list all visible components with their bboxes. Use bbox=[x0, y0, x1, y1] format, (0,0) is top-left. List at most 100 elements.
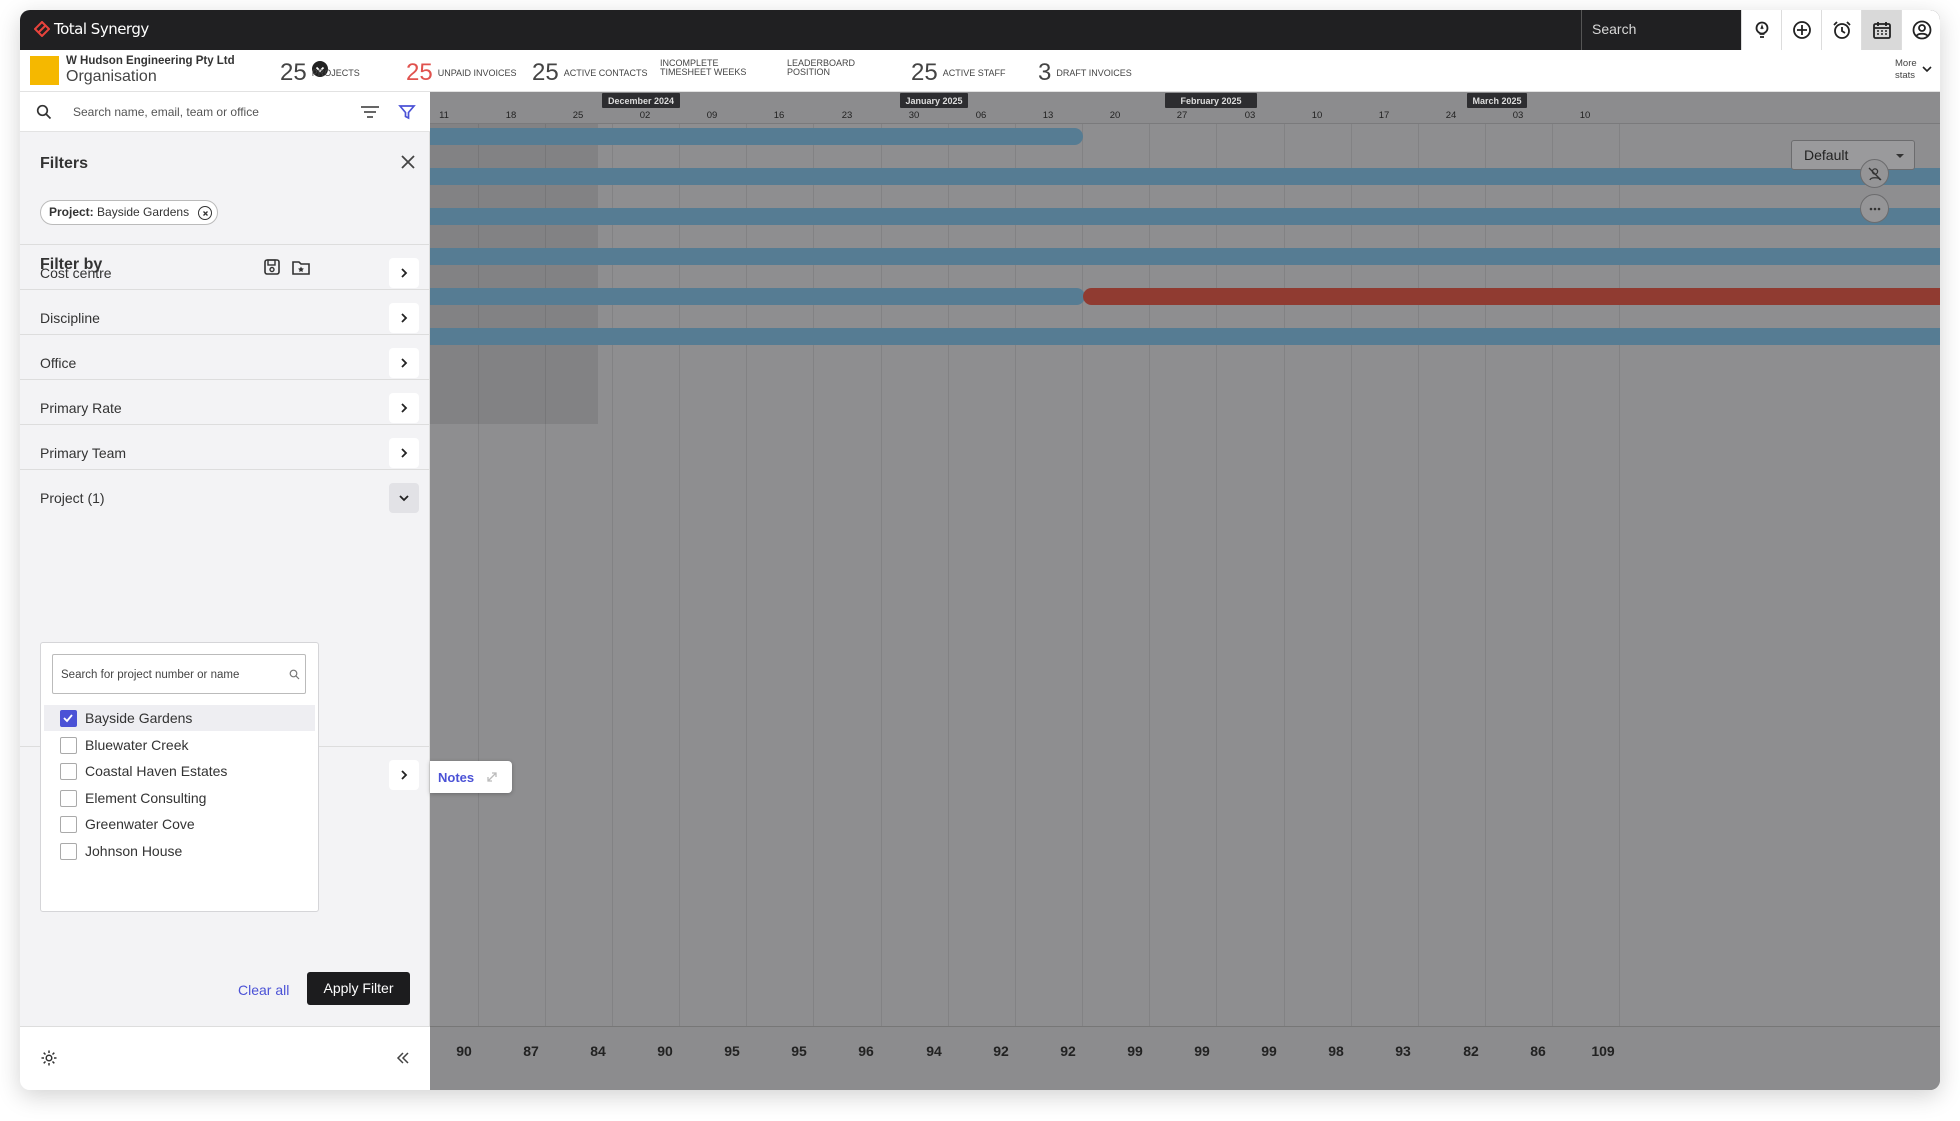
project-option[interactable]: Johnson House bbox=[44, 838, 315, 864]
filter-row-label: Primary Team bbox=[40, 445, 127, 461]
project-option-label: Bayside Gardens bbox=[85, 710, 193, 726]
week-day-label: 11 bbox=[439, 110, 449, 121]
sort-icon[interactable] bbox=[360, 104, 380, 120]
weekly-total: 82 bbox=[1463, 1043, 1479, 1059]
filter-row-label: Project (1) bbox=[40, 490, 105, 506]
chip-key: Project: bbox=[49, 205, 94, 219]
weekly-total: 99 bbox=[1127, 1043, 1143, 1059]
stat-draft-invoices[interactable]: 3 DRAFT INVOICES bbox=[1038, 59, 1146, 87]
month-label: February 2025 bbox=[1165, 93, 1257, 108]
calendar-icon[interactable] bbox=[1861, 10, 1901, 50]
week-day-label: 16 bbox=[773, 110, 785, 121]
collapse-sidebar-icon[interactable] bbox=[395, 1050, 411, 1066]
project-option-label: Johnson House bbox=[85, 842, 183, 859]
more-stats-button[interactable]: More stats bbox=[1895, 58, 1932, 82]
clear-all-link[interactable]: Clear all bbox=[238, 982, 289, 998]
project-option[interactable]: Greenwater Cove bbox=[44, 811, 315, 837]
notes-label: Notes bbox=[438, 770, 475, 785]
project-option-label: Element Consulting bbox=[85, 789, 207, 806]
project-option[interactable]: Coastal Haven Estates bbox=[44, 758, 315, 784]
chevron-right-icon[interactable] bbox=[389, 438, 419, 468]
stat-projects[interactable]: 25 PROJECTS bbox=[280, 59, 402, 87]
stat-label: DRAFT INVOICES bbox=[1056, 67, 1132, 78]
notes-tab[interactable]: Notes bbox=[430, 761, 512, 793]
active-filter-chip: Project: Bayside Gardens bbox=[40, 200, 219, 225]
allocation-bar[interactable] bbox=[430, 208, 1940, 225]
view-select[interactable]: Default bbox=[1791, 140, 1915, 170]
checkbox[interactable] bbox=[60, 736, 77, 754]
filter-row-project-1[interactable]: Project (1) bbox=[20, 469, 430, 525]
stat-active-contacts[interactable]: 25 ACTIVE CONTACTS bbox=[532, 59, 654, 87]
user-account-icon[interactable] bbox=[1901, 10, 1940, 50]
resource-gantt: December 2024 January 2025 February 2025 Ma… bbox=[430, 92, 1940, 1090]
overallocated-bar[interactable] bbox=[1083, 288, 1940, 305]
chevron-down-icon[interactable] bbox=[389, 483, 419, 513]
add-icon[interactable] bbox=[1781, 10, 1821, 50]
more-options-button[interactable] bbox=[1860, 194, 1889, 223]
global-search-input[interactable]: Search bbox=[1581, 10, 1741, 50]
week-day-label: 17 bbox=[1378, 110, 1390, 121]
checkbox[interactable] bbox=[60, 842, 77, 860]
project-option[interactable]: Bluewater Creek bbox=[44, 732, 315, 758]
chevron-right-icon[interactable] bbox=[389, 303, 419, 333]
more-stats-line1: More bbox=[1895, 58, 1917, 69]
stat-label: PROJECTS bbox=[311, 67, 360, 78]
stat-leaderboard-position[interactable]: LEADERBOARD POSITION bbox=[787, 59, 877, 77]
weekly-total: 87 bbox=[523, 1043, 539, 1059]
weekly-totals-row: 90 87 84 90 95 95 96 94 92 92 99 99 99 98 93 82 86 109 bbox=[430, 1026, 1940, 1090]
project-option[interactable]: Bayside Gardens bbox=[44, 705, 315, 731]
project-option[interactable]: Element Consulting bbox=[44, 785, 315, 811]
weekly-total: 95 bbox=[724, 1043, 740, 1059]
allocation-bar[interactable] bbox=[430, 128, 1083, 145]
week-day-label: 06 bbox=[975, 110, 987, 121]
stat-unpaid-invoices[interactable]: 25 UNPAID INVOICES bbox=[406, 59, 528, 87]
stat-active-staff[interactable]: 25 ACTIVE STAFF bbox=[911, 59, 1033, 87]
search-icon bbox=[289, 669, 300, 680]
chevron-right-icon[interactable] bbox=[389, 760, 419, 790]
alarm-clock-icon[interactable] bbox=[1821, 10, 1861, 50]
week-day-label: 23 bbox=[841, 110, 853, 121]
week-day-label: 25 bbox=[572, 110, 584, 121]
people-search-input[interactable]: Search name, email, team or office bbox=[73, 105, 259, 119]
apply-filter-button[interactable]: Apply Filter bbox=[307, 972, 410, 1005]
top-bar: Total Synergy Search bbox=[20, 10, 1940, 50]
allocation-bar[interactable] bbox=[430, 288, 1085, 305]
gear-icon[interactable] bbox=[40, 1049, 58, 1067]
project-search-placeholder: Search for project number or name bbox=[61, 669, 240, 681]
close-icon[interactable] bbox=[398, 152, 418, 172]
remove-chip-icon[interactable] bbox=[198, 206, 213, 220]
weekly-total: 84 bbox=[590, 1043, 606, 1059]
allocation-bar[interactable] bbox=[430, 328, 1940, 345]
checkbox[interactable] bbox=[60, 816, 77, 833]
hide-unassigned-button[interactable] bbox=[1860, 159, 1889, 188]
allocation-bar[interactable] bbox=[430, 248, 1940, 265]
chevron-right-icon[interactable] bbox=[389, 393, 419, 423]
week-day-label: 03 bbox=[1244, 110, 1256, 121]
project-search-input[interactable]: Search for project number or name bbox=[52, 654, 306, 694]
month-label: March 2025 bbox=[1467, 93, 1527, 108]
stat-value: 25 bbox=[532, 59, 559, 86]
chevron-right-icon[interactable] bbox=[389, 348, 419, 378]
filters-title: Filters bbox=[40, 155, 89, 172]
stat-incomplete-timesheet-weeks[interactable]: INCOMPLETE TIMESHEET WEEKS bbox=[660, 59, 750, 77]
brand-name: Total Synergy bbox=[54, 20, 149, 38]
checkbox[interactable] bbox=[60, 710, 77, 727]
chevron-right-icon[interactable] bbox=[389, 258, 419, 288]
weekly-total: 86 bbox=[1530, 1043, 1546, 1059]
checkbox[interactable] bbox=[60, 789, 77, 807]
filter-icon[interactable] bbox=[398, 103, 416, 121]
month-label: December 2024 bbox=[602, 93, 680, 108]
stat-value: 25 bbox=[911, 59, 938, 86]
caret-down-icon bbox=[1896, 154, 1904, 158]
weekly-total: 98 bbox=[1328, 1043, 1344, 1059]
week-day-label: 18 bbox=[505, 110, 517, 121]
stats-bar: W Hudson Engineering Pty Ltd Organisatio… bbox=[20, 50, 1940, 92]
expand-icon bbox=[487, 772, 497, 782]
checkbox[interactable] bbox=[60, 763, 77, 780]
filter-row-label: Primary Rate bbox=[40, 400, 122, 416]
stat-value: 3 bbox=[1038, 59, 1052, 86]
lightbulb-icon[interactable] bbox=[1741, 10, 1781, 50]
week-day-label: 30 bbox=[908, 110, 920, 121]
allocation-bar[interactable] bbox=[430, 168, 1940, 185]
brand-logo[interactable]: Total Synergy bbox=[34, 20, 149, 38]
